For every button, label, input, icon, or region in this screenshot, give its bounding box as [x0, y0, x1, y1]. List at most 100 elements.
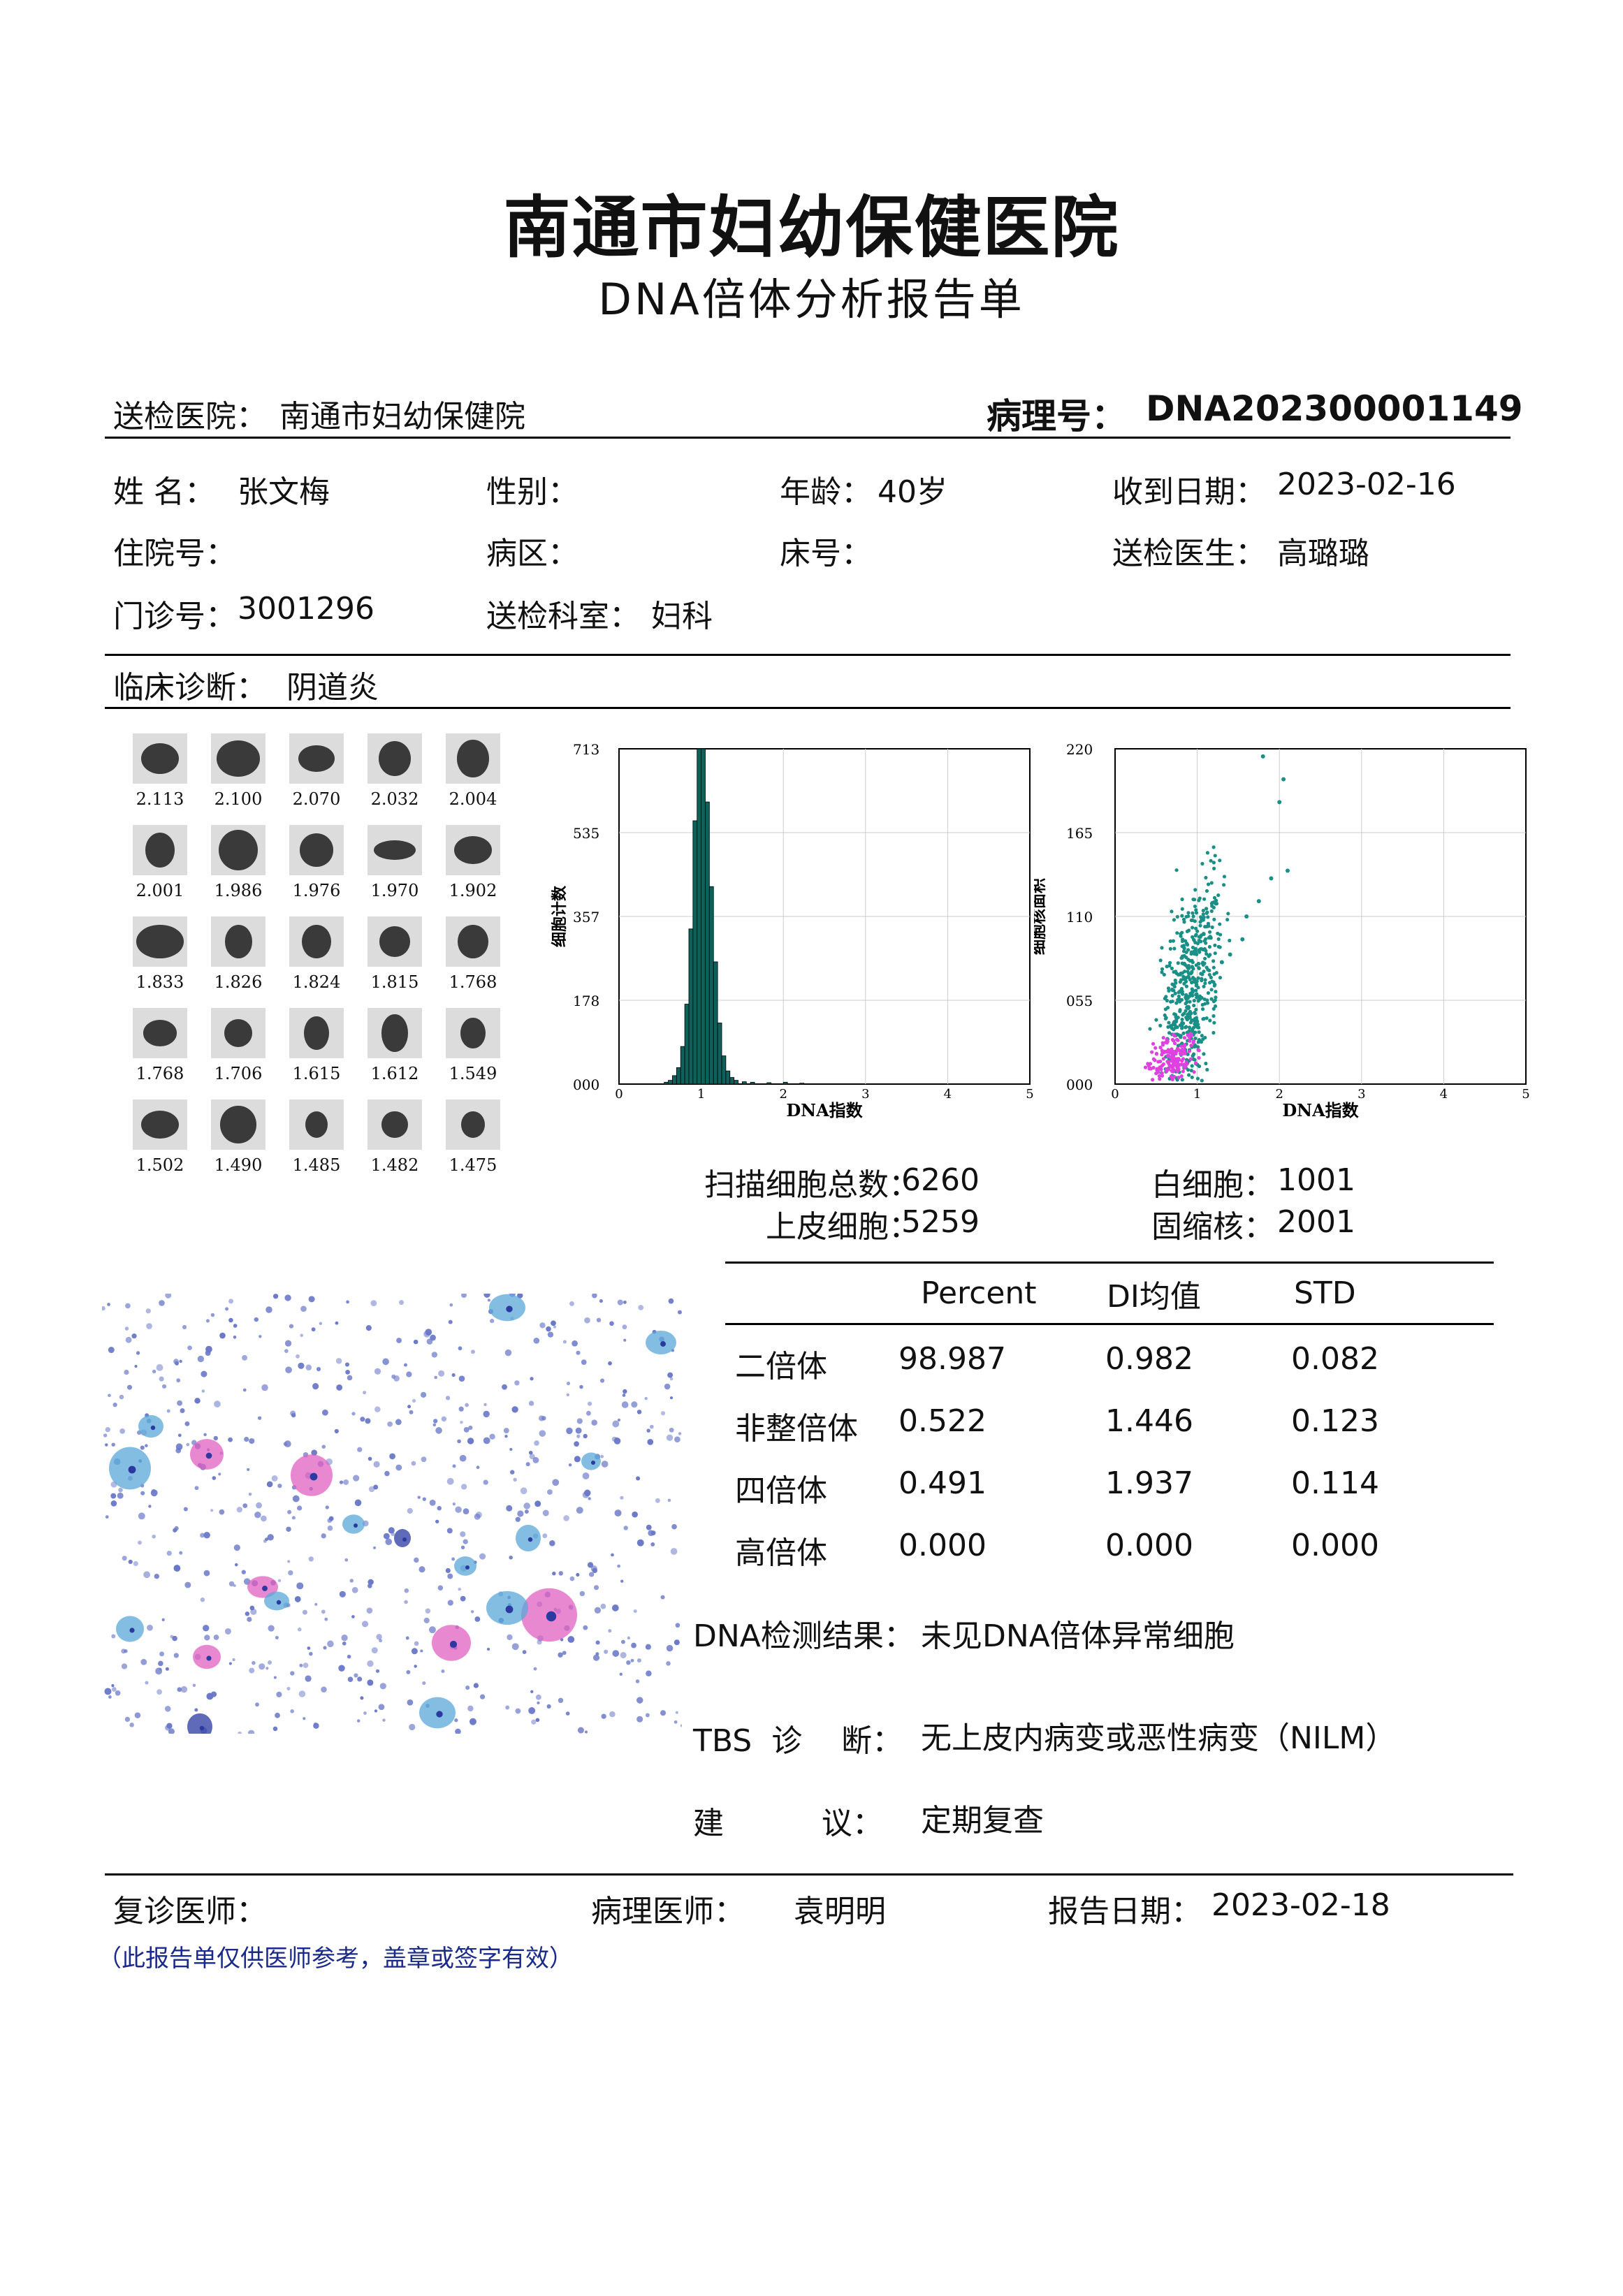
micrograph-dot [136, 1351, 140, 1355]
micrograph-dot [250, 1608, 257, 1615]
nucleus-shape [381, 1014, 408, 1052]
scatter-point [1170, 993, 1174, 998]
micrograph-dot [249, 1667, 255, 1674]
scatter-point [1165, 965, 1169, 969]
micrograph-dot [645, 1644, 651, 1650]
micrograph-dot [384, 1470, 390, 1477]
scatter-point [1212, 1021, 1216, 1025]
micrograph-dot [589, 1572, 595, 1577]
micrograph-dot [533, 1667, 537, 1671]
micrograph-dot [159, 1651, 164, 1657]
micrograph-dot [374, 1709, 378, 1713]
micrograph-dot [431, 1352, 438, 1358]
submit-hospital-label: 送检医院： [113, 399, 267, 434]
cell-image [367, 1099, 422, 1150]
micrograph-dot [170, 1635, 174, 1639]
micrograph-nucleus [276, 1600, 282, 1605]
scatter-point [1167, 1021, 1171, 1025]
micrograph-dot [483, 1294, 490, 1298]
cell-thumbnail: 2.004 [446, 733, 511, 809]
micrograph-dot [277, 1579, 282, 1583]
micrograph-dot [327, 1640, 334, 1648]
cell-image [446, 733, 500, 784]
micrograph-dot [339, 1591, 346, 1597]
micrograph-dot [228, 1317, 233, 1323]
histogram-bar [721, 1055, 727, 1085]
scatter-point [1174, 1015, 1178, 1019]
micrograph-dot [233, 1335, 237, 1339]
micrograph-dot [395, 1464, 402, 1471]
scatter-point [1197, 962, 1201, 966]
micrograph-dot [617, 1299, 623, 1306]
micrograph-cell [342, 1514, 365, 1534]
scatter-point [1187, 1025, 1192, 1030]
nucleus-shape [453, 835, 493, 865]
micrograph-dot [412, 1398, 416, 1403]
micrograph-dot [391, 1374, 396, 1379]
micrograph-dot [437, 1505, 442, 1511]
micrograph-dot [345, 1369, 350, 1375]
micrograph-dot [572, 1340, 578, 1347]
scatter-point [1172, 1039, 1176, 1043]
scatter-point [1208, 1018, 1212, 1023]
cell-dna-index: 1.768 [449, 972, 497, 992]
micrograph-dot [623, 1389, 627, 1394]
micrograph-dot [360, 1417, 365, 1422]
micrograph-dot [660, 1595, 665, 1600]
micrograph-dot [261, 1384, 268, 1391]
micrograph-dot [265, 1667, 269, 1670]
scatter-point [1269, 876, 1274, 881]
report-date-label: 报告日期： [1048, 1894, 1202, 1929]
nucleus-shape [379, 926, 410, 957]
micrograph-dot [205, 1345, 212, 1353]
micrograph-dot [287, 1560, 291, 1563]
scatter-point [1191, 977, 1195, 981]
micrograph-dot [670, 1548, 678, 1555]
scatter-point [1174, 970, 1178, 974]
scatter-point [1167, 960, 1172, 965]
micrograph-dot [633, 1609, 637, 1614]
micrograph-dot [510, 1470, 515, 1475]
micrograph-nucleus [505, 1605, 514, 1614]
micrograph-dot [668, 1298, 674, 1304]
scatter-point [1213, 943, 1217, 947]
micrograph-dot [276, 1691, 282, 1697]
micrograph-dot [334, 1428, 339, 1434]
micrograph-dot [514, 1380, 520, 1386]
micrograph-dot [614, 1509, 622, 1517]
scatter-point [1167, 988, 1171, 993]
scatter-point [1195, 1022, 1199, 1026]
micrograph-dot [140, 1445, 145, 1450]
micrograph-dot [417, 1496, 421, 1499]
scatter-point [1160, 1050, 1165, 1054]
scatter-point [1188, 1039, 1192, 1043]
scatter-point [1181, 977, 1186, 981]
scatter-point [1260, 754, 1265, 759]
micrograph-dot [531, 1719, 537, 1725]
micrograph-dot [356, 1719, 361, 1723]
scatter-point [1191, 1040, 1195, 1045]
micrograph-dot [446, 1528, 453, 1534]
micrograph-dot [200, 1597, 205, 1602]
micrograph-dot [563, 1515, 569, 1521]
scatter-point [1189, 971, 1193, 975]
scatter-point [1180, 961, 1184, 965]
micrograph-dot [680, 1724, 682, 1727]
micrograph-dot [671, 1523, 677, 1530]
micrograph-dot [204, 1635, 210, 1641]
scatter-point [1173, 991, 1177, 995]
scatter-point [1161, 1057, 1165, 1061]
ploidy-row-di: 1.937 [1105, 1465, 1193, 1501]
cell-image [211, 1008, 265, 1058]
micrograph-dot [445, 1396, 451, 1401]
micrograph-dot [627, 1636, 631, 1640]
micrograph-dot [646, 1524, 652, 1530]
micrograph-dot [678, 1432, 682, 1435]
scatter-point [1143, 1065, 1148, 1069]
micrograph-dot [148, 1505, 152, 1508]
micrograph-dot [321, 1533, 326, 1539]
ploidy-row-std: 0.123 [1291, 1403, 1379, 1439]
scatter-point [1195, 952, 1199, 956]
micrograph-dot [339, 1480, 344, 1484]
micrograph-dot [407, 1405, 412, 1409]
